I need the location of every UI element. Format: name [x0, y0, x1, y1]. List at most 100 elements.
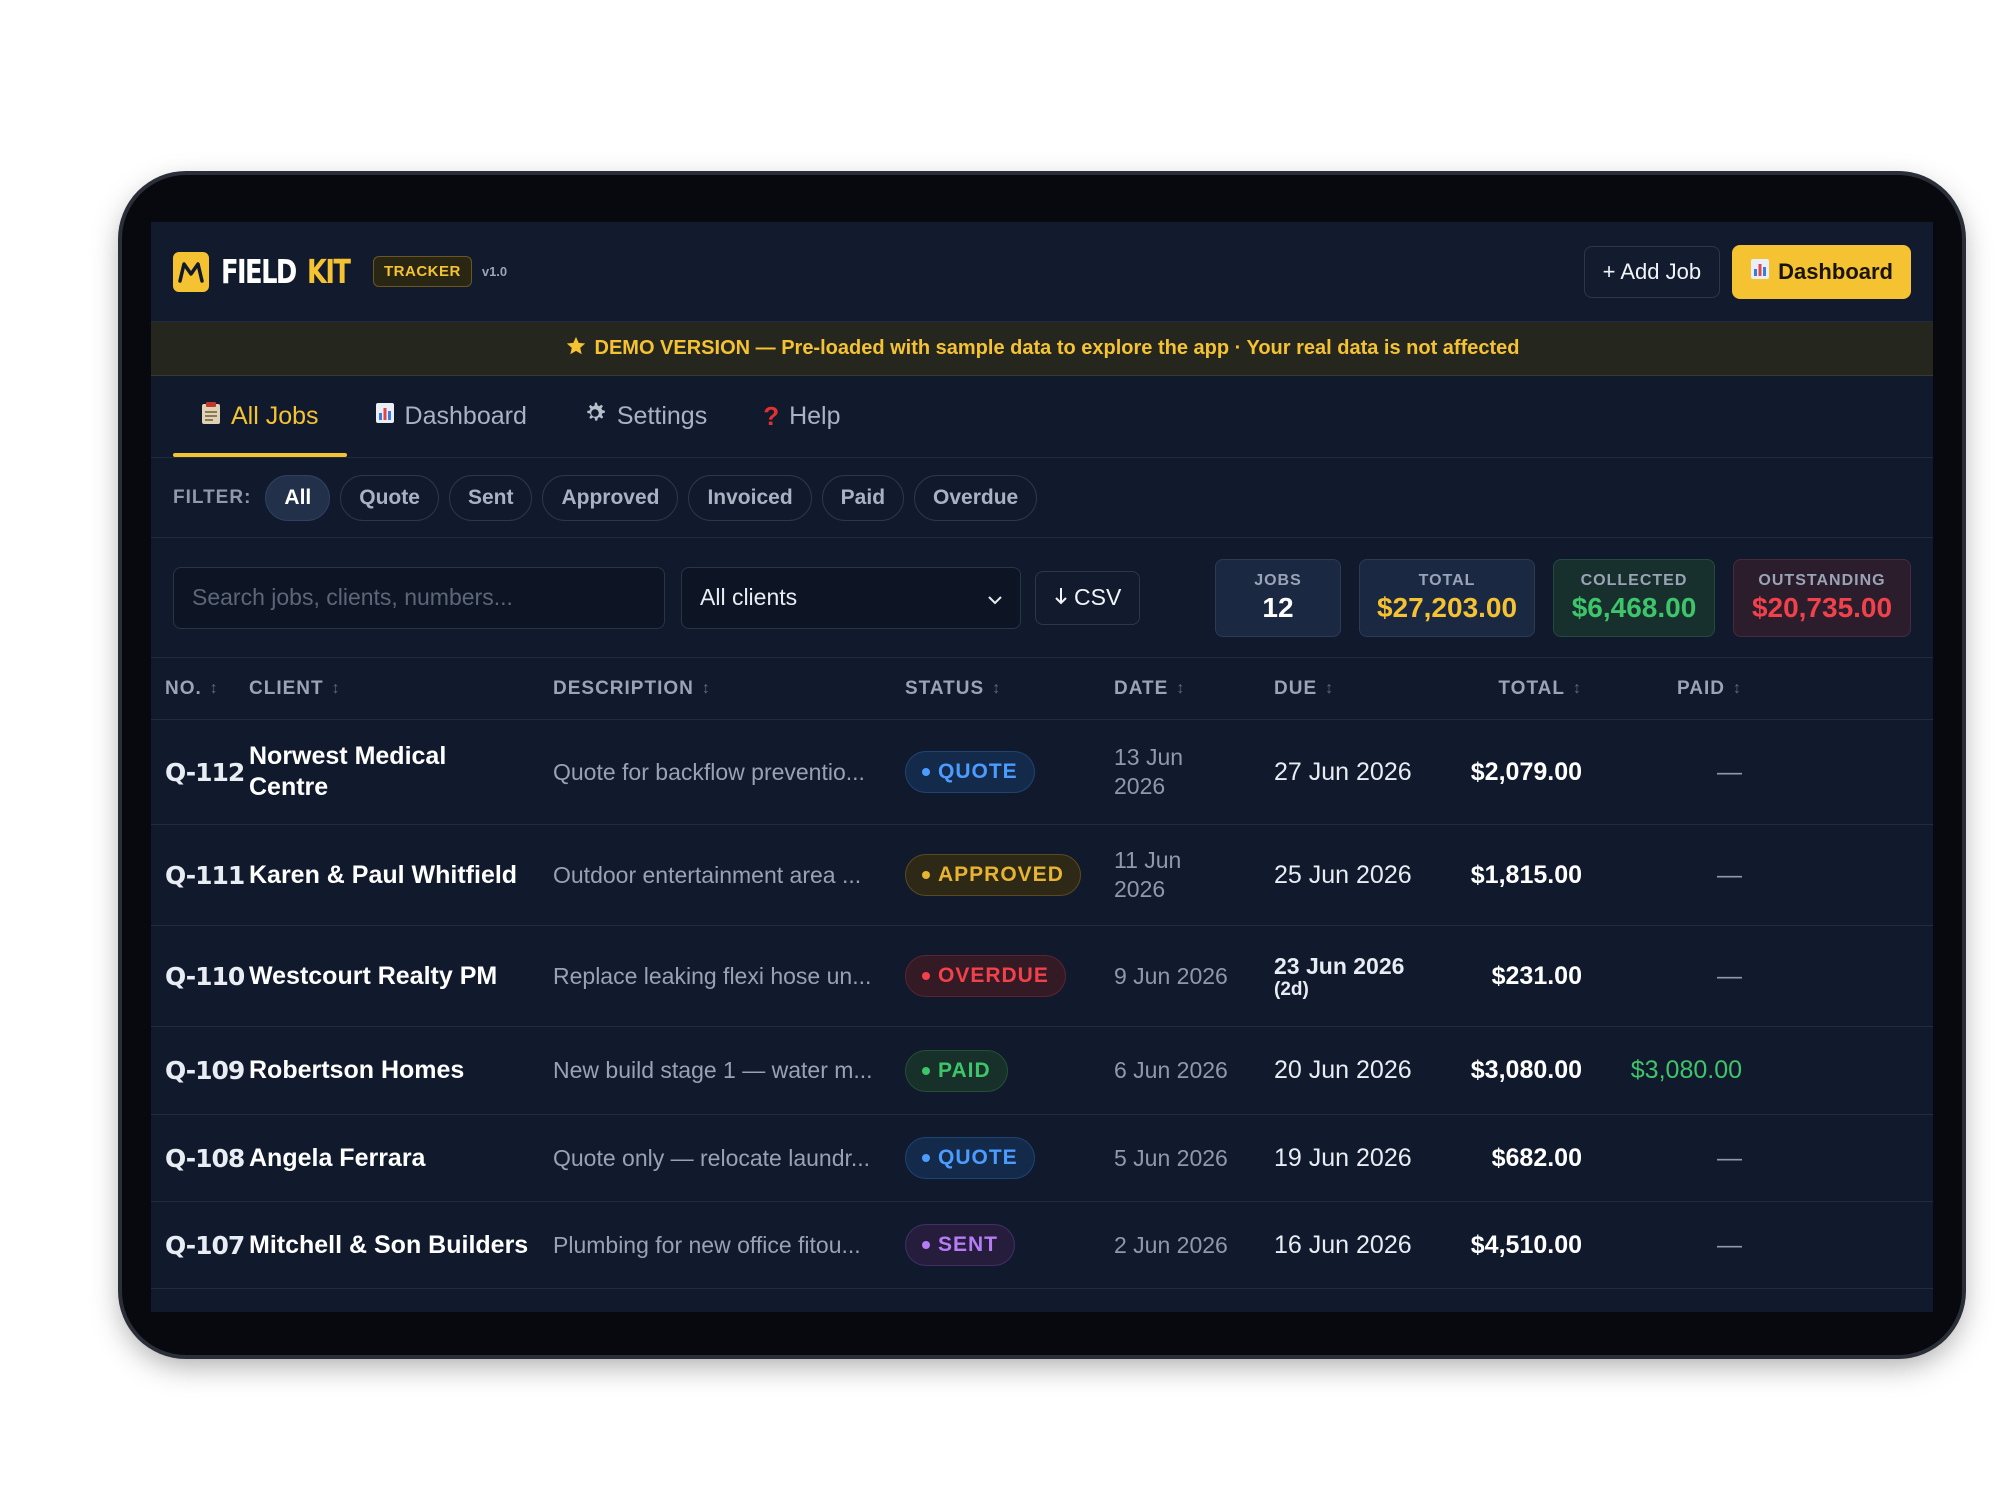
csv-label: CSV — [1074, 584, 1122, 610]
stat-value: $6,468.00 — [1571, 591, 1697, 623]
app-header: FIELD KIT TRACKER v1.0 + Add Job Dashboa… — [151, 222, 1933, 322]
client-name: Westcourt Realty PM — [249, 961, 498, 990]
column-header-label: DATE — [1114, 677, 1169, 699]
table-row[interactable]: Q-109 Robertson Homes New build stage 1 … — [151, 1027, 1933, 1115]
stat-total: TOTAL $27,203.00 — [1359, 558, 1535, 637]
status-badge-label: QUOTE — [938, 760, 1018, 783]
tracker-badge: TRACKER — [373, 256, 472, 287]
table-row[interactable]: Q-108 Angela Ferrara Quote only — reloca… — [151, 1115, 1933, 1202]
column-header-label: STATUS — [905, 677, 985, 699]
client-name: Norwest Medical Centre — [249, 742, 447, 801]
job-total: $231.00 — [1491, 961, 1582, 990]
sort-icon: ↕ — [1176, 679, 1186, 697]
filter-chip-invoiced[interactable]: Invoiced — [688, 474, 812, 521]
sort-icon: ↕ — [1325, 679, 1335, 697]
column-header-no[interactable]: NO. ↕ — [151, 678, 249, 700]
column-header-paid[interactable]: PAID ↕ — [1582, 678, 1742, 700]
overdue-days: (2d) — [1274, 979, 1309, 1000]
job-total: $682.00 — [1491, 1143, 1582, 1172]
job-total: $3,080.00 — [1470, 1056, 1582, 1084]
status-badge: QUOTE — [905, 751, 1035, 793]
tab-all-jobs[interactable]: All Jobs — [173, 375, 347, 457]
arrow-down-icon — [1054, 584, 1068, 611]
tab-dashboard[interactable]: Dashboard — [347, 375, 555, 457]
due-date: 16 Jun 2026 — [1274, 1230, 1412, 1259]
logo-icon — [173, 251, 209, 292]
demo-banner: DEMO VERSION — Pre-loaded with sample da… — [151, 322, 1933, 376]
client-name: Robertson Homes — [249, 1056, 465, 1084]
column-header-status[interactable]: STATUS ↕ — [905, 678, 1114, 700]
job-date: 2 Jun 2026 — [1114, 1231, 1228, 1258]
due-date: 27 Jun 2026 — [1274, 757, 1412, 786]
tab-help[interactable]: ? Help — [735, 375, 868, 457]
job-description: Quote only — relocate laundr... — [553, 1144, 871, 1171]
column-header-date[interactable]: DATE ↕ — [1114, 678, 1274, 700]
status-cell: PAID — [905, 1049, 1114, 1092]
column-header-label: DUE — [1274, 677, 1318, 699]
search-input[interactable] — [173, 566, 665, 629]
status-badge: QUOTE — [905, 1137, 1035, 1179]
sort-icon: ↕ — [992, 679, 1002, 697]
filter-chip-overdue[interactable]: Overdue — [914, 474, 1038, 521]
job-total: $2,079.00 — [1470, 757, 1582, 786]
gear-icon — [583, 401, 607, 432]
tab-settings[interactable]: Settings — [555, 375, 735, 457]
filter-chip-sent[interactable]: Sent — [448, 474, 533, 521]
paid-amount: — — [1717, 1230, 1742, 1259]
client-name: Mitchell & Son Builders — [249, 1230, 529, 1259]
table-row[interactable]: Q-107 Mitchell & Son Builders Plumbing f… — [151, 1202, 1933, 1289]
due-date: 20 Jun 2026 — [1274, 1056, 1412, 1084]
add-job-button[interactable]: + Add Job — [1583, 245, 1721, 298]
status-dot — [922, 1066, 930, 1075]
status-badge: APPROVED — [905, 854, 1081, 896]
column-header-label: TOTAL — [1498, 677, 1565, 699]
brand-word-field: FIELD — [221, 252, 297, 291]
paid-amount: — — [1717, 961, 1742, 990]
sort-icon: ↕ — [701, 679, 711, 697]
status-badge-label: OVERDUE — [938, 964, 1049, 987]
job-total: $4,510.00 — [1470, 1230, 1582, 1259]
paid-amount: — — [1717, 860, 1742, 889]
stat-value: 12 — [1262, 591, 1294, 623]
export-csv-button[interactable]: CSV — [1035, 570, 1141, 625]
column-header-description[interactable]: DESCRIPTION ↕ — [553, 678, 905, 700]
status-cell: QUOTE — [905, 1137, 1114, 1179]
job-description: Plumbing for new office fitou... — [553, 1231, 861, 1258]
stat-label: COLLECTED — [1580, 571, 1688, 589]
column-header-label: NO. — [165, 677, 202, 699]
sort-icon: ↕ — [331, 679, 341, 697]
column-header-label: PAID — [1677, 677, 1725, 699]
filter-chip-quote[interactable]: Quote — [340, 474, 439, 521]
question-icon: ? — [763, 400, 780, 431]
stat-outstanding: OUTSTANDING $20,735.00 — [1733, 558, 1911, 637]
column-header-due[interactable]: DUE ↕ — [1274, 678, 1464, 700]
status-dot — [922, 1154, 930, 1162]
job-date: 5 Jun 2026 — [1114, 1144, 1228, 1171]
job-number: Q-108 — [165, 1143, 245, 1173]
client-select[interactable]: All clients — [681, 566, 1021, 629]
filter-chip-paid[interactable]: Paid — [821, 474, 905, 521]
brand-word-kit: KIT — [307, 252, 351, 291]
star-icon — [565, 335, 587, 363]
stat-value: $20,735.00 — [1751, 591, 1893, 623]
stat-value: $27,203.00 — [1376, 591, 1518, 623]
column-header-total[interactable]: TOTAL ↕ — [1464, 678, 1582, 700]
dashboard-button[interactable]: Dashboard — [1732, 244, 1911, 299]
filter-chip-approved[interactable]: Approved — [542, 474, 679, 521]
filter-chip-all[interactable]: All — [265, 474, 331, 521]
table-row[interactable]: Q-111 Karen & Paul Whitfield Outdoor ent… — [151, 825, 1933, 926]
table-row[interactable]: Q-112 Norwest Medical Centre Quote for b… — [151, 720, 1933, 825]
status-cell: OVERDUE — [905, 955, 1114, 997]
status-dot — [922, 768, 930, 776]
column-header-client[interactable]: CLIENT ↕ — [249, 678, 553, 700]
status-cell: SENT — [905, 1224, 1114, 1266]
column-header-label: CLIENT — [249, 677, 324, 699]
job-description: New build stage 1 — water m... — [553, 1057, 873, 1083]
main-tabs: All Jobs Dashboard Settings ? Help — [151, 376, 1933, 458]
job-number: Q-110 — [165, 961, 245, 991]
client-name: Angela Ferrara — [249, 1143, 426, 1172]
job-date: 6 Jun 2026 — [1114, 1057, 1228, 1083]
tab-label: Dashboard — [404, 401, 527, 430]
job-date: 9 Jun 2026 — [1114, 962, 1228, 989]
table-row[interactable]: Q-110 Westcourt Realty PM Replace leakin… — [151, 926, 1933, 1027]
